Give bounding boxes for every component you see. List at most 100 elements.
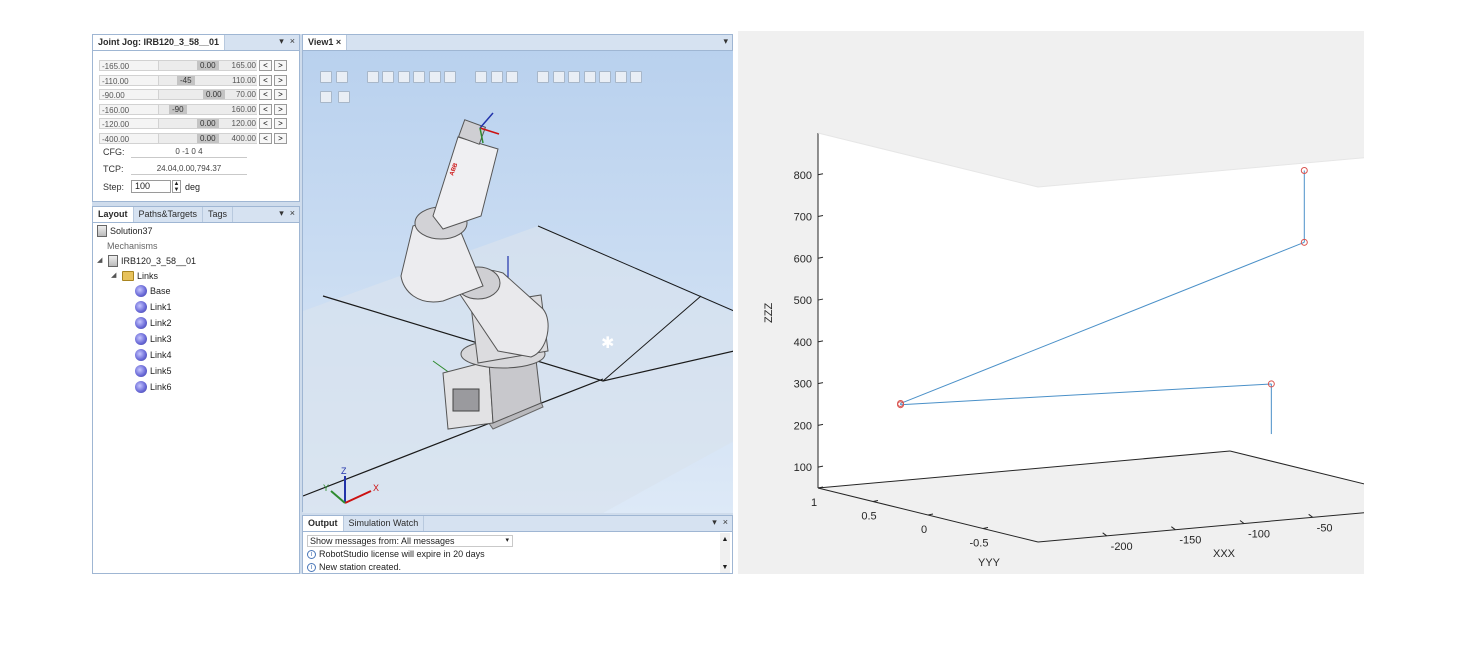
view-tabbar: View1 × ▾ [303,35,732,51]
link-icon [135,333,147,345]
tree-link-label: Link2 [150,318,172,328]
y-tick [872,500,879,502]
output-scrollbar[interactable]: ▲ ▼ [720,533,730,573]
joint-value[interactable]: 0.00 [203,90,225,99]
jog-increase-button[interactable]: > [274,74,287,86]
tree-mechanisms: Mechanisms [107,239,158,253]
joint-value[interactable]: -90 [169,104,187,114]
jog-increase-button[interactable]: > [274,132,287,144]
jog-increase-button[interactable]: > [274,60,287,71]
jog-increase-button[interactable]: > [274,103,287,115]
tab-layout[interactable]: Layout [93,207,134,222]
joint-row-3[interactable]: -90.00 70.00 < >0.00 [99,89,292,100]
close-icon[interactable]: × [723,517,728,528]
message-filter-select[interactable]: Show messages from: All messages ▾ [307,535,513,547]
info-icon: i [307,562,316,572]
jog-decrease-button[interactable]: < [259,74,272,86]
chevron-down-icon: ▾ [505,537,509,544]
jog-increase-button[interactable]: > [274,89,287,100]
y-tick-label: 0.5 [861,511,876,523]
joint-jog-title[interactable]: Joint Jog: IRB120_3_58__01 [93,35,226,50]
tree-links-folder[interactable]: ◢ Links [111,269,158,283]
joint-value[interactable]: 0.00 [197,133,219,143]
output-message-text: New station created. [319,562,402,572]
expand-icon[interactable]: ◢ [97,254,105,268]
close-icon[interactable]: × [290,208,295,219]
view-center-marker: ✱ [601,333,614,352]
x-axis-label: XXX [1213,548,1236,560]
close-icon[interactable]: × [336,37,341,47]
pin-icon[interactable]: ▾ [279,208,284,219]
jog-decrease-button[interactable]: < [259,60,272,71]
tree-link-label: Link1 [150,302,172,312]
jog-decrease-button[interactable]: < [259,118,272,129]
joint-max: 160.00 [231,104,256,114]
step-spinner[interactable]: ▲ ▼ [172,180,181,193]
y-tick [982,527,989,529]
x-tick [1308,513,1313,518]
pin-icon[interactable]: ▾ [712,517,717,528]
expand-icon[interactable]: ◢ [111,269,119,283]
tab-view1-label: View1 [308,37,334,47]
output-message[interactable]: i RobotStudio license will expire in 20 … [307,549,485,559]
message-filter-label: Show messages from: All messages [310,536,455,546]
tab-simulation-watch[interactable]: Simulation Watch [344,516,425,531]
joint-row-6[interactable]: -400.00 400.00 < >0.00 [99,132,292,144]
jog-decrease-button[interactable]: < [259,89,272,100]
tab-tags[interactable]: Tags [203,207,234,222]
tree-link-link3[interactable]: Link3 [135,332,172,346]
robotstudio-window: Joint Jog: IRB120_3_58__01 ▾ × -165.00 16… [92,34,733,574]
jog-decrease-button[interactable]: < [259,103,272,115]
z-tick-label: 400 [794,337,812,349]
tree-link-link5[interactable]: Link5 [135,364,172,378]
joint-value[interactable]: -45 [177,75,195,85]
tcp-value: 24.04,0.00,794.37 [131,163,247,175]
jog-increase-button[interactable]: > [274,118,287,129]
joint-jog-panel: Joint Jog: IRB120_3_58__01 ▾ × -165.00 16… [92,34,300,202]
tree-link-label: Base [150,286,171,296]
y-tick-label: -0.5 [970,538,989,550]
joint-value[interactable]: 0.00 [197,61,219,70]
y-tick-label: 0 [921,524,927,536]
info-icon: i [307,549,316,559]
x-tick-label: -150 [1179,535,1201,547]
joint-row-4[interactable]: -160.00 160.00 < > -90 [99,103,292,115]
pin-icon[interactable]: ▾ [723,36,728,47]
joint-value[interactable]: 0.00 [197,119,219,128]
tab-view1[interactable]: View1 × [303,35,348,50]
tab-output[interactable]: Output [303,516,344,531]
tree-link-link1[interactable]: Link1 [135,300,172,314]
tree-robot[interactable]: ◢ IRB120_3_58__01 [97,254,196,268]
joint-max: 120.00 [231,119,256,128]
jog-decrease-button[interactable]: < [259,132,272,144]
joint-max: 400.00 [231,133,256,143]
close-icon[interactable]: × [290,36,295,47]
joint-row-1[interactable]: -165.00 165.00 < >0.00 [99,60,292,71]
tree-solution-label: Solution37 [110,226,153,236]
plot-3d: 100 200 300 400 500 600 700 800 -200 -150 -100 -50 0… [763,132,1364,569]
joint-row-5[interactable]: -120.00 120.00 < >0.00 [99,118,292,129]
output-message[interactable]: i New station created. [307,562,401,572]
robot-forearm [432,136,499,230]
tree-link-link2[interactable]: Link2 [135,316,172,330]
tree-link-link4[interactable]: Link4 [135,348,172,362]
triad-x-label: X [373,483,379,493]
tree-mechanisms-label: Mechanisms [107,241,158,251]
y-tick [927,513,934,516]
tree-robot-label: IRB120_3_58__01 [121,256,197,266]
step-input[interactable]: 100 [131,180,171,193]
joint-min: -90.00 [99,89,159,100]
tab-paths-targets[interactable]: Paths&Targets [134,207,204,222]
tree-link-link6[interactable]: Link6 [135,380,172,394]
tree-solution[interactable]: Solution37 [97,224,153,238]
joint-row-2[interactable]: -110.00 110.00 < > -45 [99,74,292,86]
3d-viewport[interactable]: ABB ✱ X Y Z [303,51,733,513]
joint-min: -120.00 [99,118,159,129]
link-icon [135,349,147,361]
x-tick-label: -200 [1111,541,1133,553]
z-axis-label: ZZZ [763,303,775,323]
output-tabbar: Output Simulation Watch ▾ × [303,516,732,532]
tree-link-base[interactable]: Base [135,284,171,298]
pin-icon[interactable]: ▾ [279,36,284,47]
z-tick-label: 500 [794,295,812,307]
